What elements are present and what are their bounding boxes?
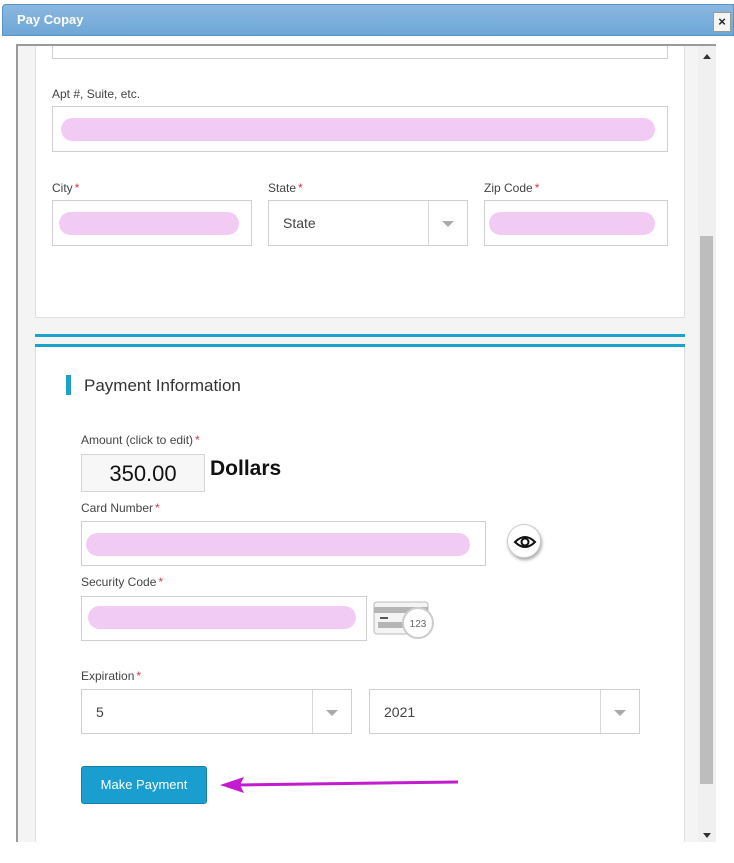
zip-input[interactable] — [484, 200, 668, 246]
eye-icon — [513, 536, 537, 548]
exp-year-value: 2021 — [384, 704, 416, 720]
state-select[interactable]: State — [268, 200, 468, 246]
state-select-value: State — [283, 215, 316, 231]
address-panel: Apt #, Suite, etc. City * State * State Zi… — [35, 46, 685, 318]
security-code-label: Security Code * — [81, 575, 164, 589]
select-divider — [600, 690, 601, 733]
select-divider — [312, 690, 313, 733]
close-button[interactable]: × — [713, 12, 731, 32]
make-payment-button[interactable]: Make Payment — [81, 766, 207, 804]
redacted-value — [489, 212, 655, 235]
section-accent-bar — [66, 375, 71, 395]
show-card-number-button[interactable] — [507, 524, 541, 558]
payment-panel: Payment Information Amount (click to edi… — [35, 347, 685, 842]
redacted-value — [59, 212, 239, 235]
cvv-hint-text: 123 — [410, 619, 427, 630]
scroll-down-icon[interactable] — [703, 833, 711, 838]
apt-input[interactable] — [52, 106, 668, 152]
card-number-input[interactable] — [81, 521, 486, 566]
state-label: State * — [268, 181, 303, 195]
city-label: City * — [52, 181, 80, 195]
scroll-thumb[interactable] — [700, 236, 713, 784]
scroll-up-icon[interactable] — [703, 54, 711, 59]
redacted-value — [88, 606, 356, 629]
redacted-value — [61, 118, 655, 141]
chevron-down-icon — [326, 710, 338, 716]
section-title: Payment Information — [84, 376, 241, 395]
redacted-value — [86, 533, 470, 556]
security-code-input[interactable] — [81, 596, 367, 641]
exp-month-select[interactable]: 5 — [81, 689, 352, 734]
chevron-down-icon — [442, 221, 454, 227]
amount-input[interactable]: 350.00 — [81, 454, 205, 492]
amount-unit: Dollars — [210, 457, 282, 480]
exp-year-select[interactable]: 2021 — [369, 689, 640, 734]
dialog-content: Apt #, Suite, etc. City * State * State Zi… — [16, 44, 716, 842]
dialog-titlebar: Pay Copay × — [2, 4, 734, 36]
street-address-input[interactable] — [52, 46, 668, 59]
zip-label: Zip Code * — [484, 181, 540, 195]
amount-label: Amount (click to edit) * — [81, 433, 200, 447]
city-input[interactable] — [52, 200, 252, 246]
vertical-scrollbar[interactable] — [698, 46, 716, 842]
chevron-down-icon — [614, 710, 626, 716]
cvv-hint-icon: 123 — [372, 598, 442, 642]
select-divider — [428, 201, 429, 245]
card-number-label: Card Number * — [81, 501, 160, 515]
exp-month-value: 5 — [96, 704, 104, 720]
apt-label: Apt #, Suite, etc. — [52, 87, 141, 101]
section-divider — [35, 334, 685, 337]
dialog-title: Pay Copay — [17, 12, 84, 27]
expiration-label: Expiration * — [81, 669, 142, 683]
annotation-arrow — [220, 777, 459, 793]
